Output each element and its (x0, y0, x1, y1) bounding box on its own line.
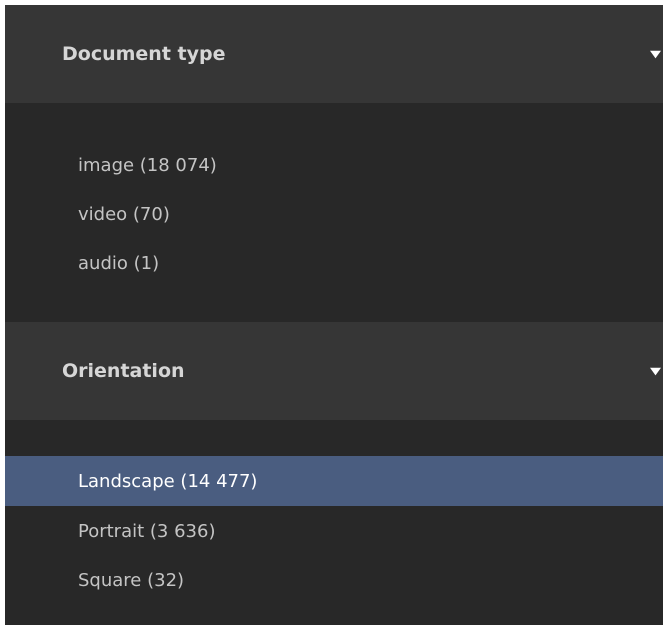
list-item-label: Landscape (14 477) (78, 470, 258, 492)
list-item-label: audio (1) (78, 252, 160, 274)
caret-down-icon[interactable] (650, 366, 661, 377)
orientation-title: Orientation (62, 360, 185, 382)
orientation-header[interactable]: Orientation (5, 322, 663, 420)
list-item-image[interactable]: image (18 074) (5, 140, 663, 190)
list-item-label: Square (32) (78, 569, 185, 591)
list-item-label: video (70) (78, 203, 170, 225)
filter-panel: Document type image (18 074) video (70) … (5, 5, 663, 625)
list-item-video[interactable]: video (70) (5, 189, 663, 239)
document-type-title: Document type (62, 43, 226, 65)
list-item-square[interactable]: Square (32) (5, 555, 663, 605)
list-item-label: image (18 074) (78, 154, 217, 176)
list-item-audio[interactable]: audio (1) (5, 238, 663, 288)
list-item-portrait[interactable]: Portrait (3 636) (5, 506, 663, 556)
document-type-header[interactable]: Document type (5, 5, 663, 103)
caret-down-icon[interactable] (650, 49, 661, 60)
list-item-label: Portrait (3 636) (78, 520, 216, 542)
list-item-landscape[interactable]: Landscape (14 477) (5, 456, 663, 506)
